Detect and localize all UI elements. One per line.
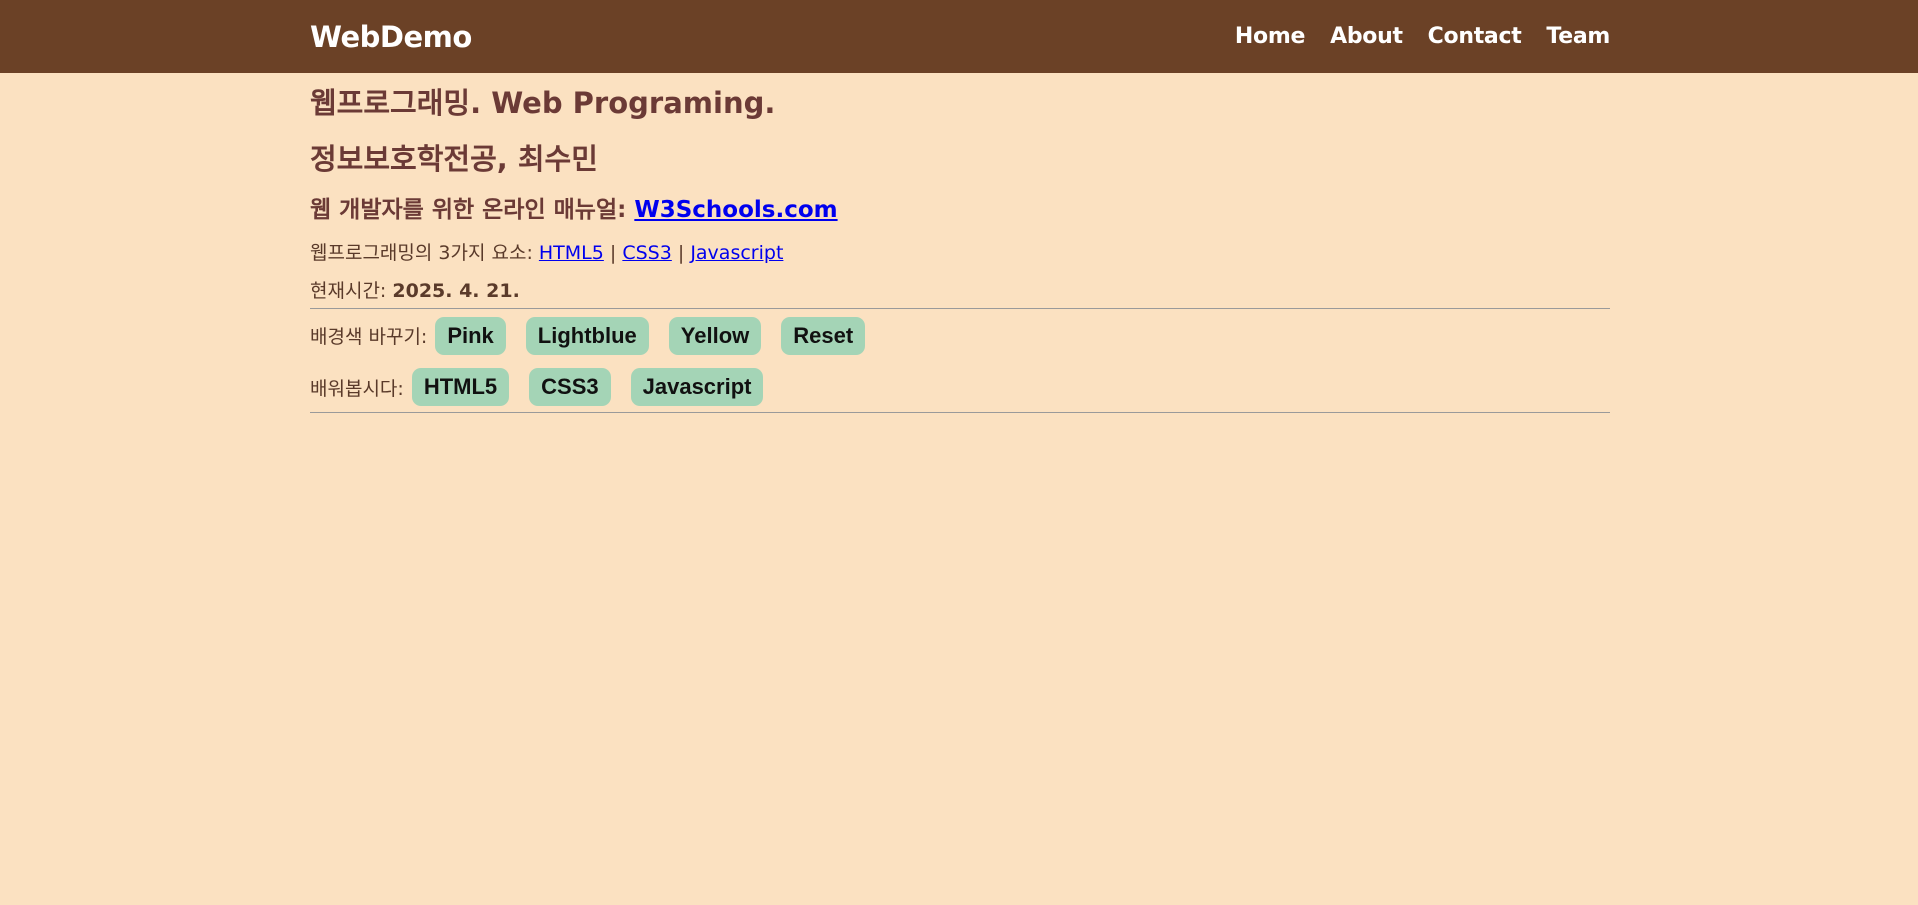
bg-color-label: 배경색 바꾸기:	[310, 326, 428, 349]
w3schools-link[interactable]: W3Schools.com	[634, 197, 837, 223]
elements-prefix: 웹프로그래밍의 3가지 요소:	[310, 242, 539, 265]
nav-link-home[interactable]: Home	[1235, 24, 1305, 49]
nav-link-team[interactable]: Team	[1546, 24, 1610, 49]
navbar: WebDemo Home About Contact Team	[0, 0, 1918, 73]
javascript-link[interactable]: Javascript	[690, 242, 783, 264]
learn-javascript-button[interactable]: Javascript	[630, 367, 764, 407]
divider-bottom	[310, 412, 1610, 414]
nav-links: Home About Contact Team	[1235, 24, 1610, 49]
brand-logo[interactable]: WebDemo	[310, 20, 472, 54]
learn-label: 배워봅시다:	[310, 377, 404, 400]
nav-link-about[interactable]: About	[1330, 24, 1403, 49]
time-line: 현재시간: 2025. 4. 21.	[310, 279, 1610, 304]
html5-link[interactable]: HTML5	[539, 242, 604, 264]
learn-html5-button[interactable]: HTML5	[411, 367, 510, 407]
navbar-inner: WebDemo Home About Contact Team	[310, 20, 1610, 54]
lightblue-button[interactable]: Lightblue	[525, 316, 649, 355]
time-label: 현재시간:	[310, 280, 393, 303]
yellow-button[interactable]: Yellow	[668, 316, 762, 355]
reset-button[interactable]: Reset	[781, 316, 866, 355]
nav-link-contact[interactable]: Contact	[1428, 24, 1522, 49]
separator: |	[671, 242, 691, 265]
divider-top	[310, 307, 1610, 309]
learn-css3-button[interactable]: CSS3	[529, 367, 611, 407]
page-subtitle: 정보보호학전공, 최수민	[310, 142, 598, 177]
bg-color-row: 배경색 바꾸기: Pink Lightblue Yellow Reset	[310, 316, 1610, 355]
elements-line: 웹프로그래밍의 3가지 요소: HTML5 | CSS3 | Javascrip…	[310, 241, 1610, 266]
css3-link[interactable]: CSS3	[622, 242, 671, 264]
time-value: 2025. 4. 21.	[392, 280, 520, 303]
separator: |	[603, 242, 623, 265]
pink-button[interactable]: Pink	[435, 316, 506, 355]
learn-row: 배워봅시다: HTML5 CSS3 Javascript	[310, 367, 1610, 407]
main-content: 웹프로그래밍. Web Programing. 정보보호학전공, 최수민 웹 개…	[310, 85, 1610, 414]
manual-prefix: 웹 개발자를 위한 온라인 매뉴얼:	[310, 196, 635, 223]
page-title: 웹프로그래밍. Web Programing.	[310, 86, 776, 120]
manual-heading: 웹 개발자를 위한 온라인 매뉴얼: W3Schools.com	[310, 196, 1610, 226]
